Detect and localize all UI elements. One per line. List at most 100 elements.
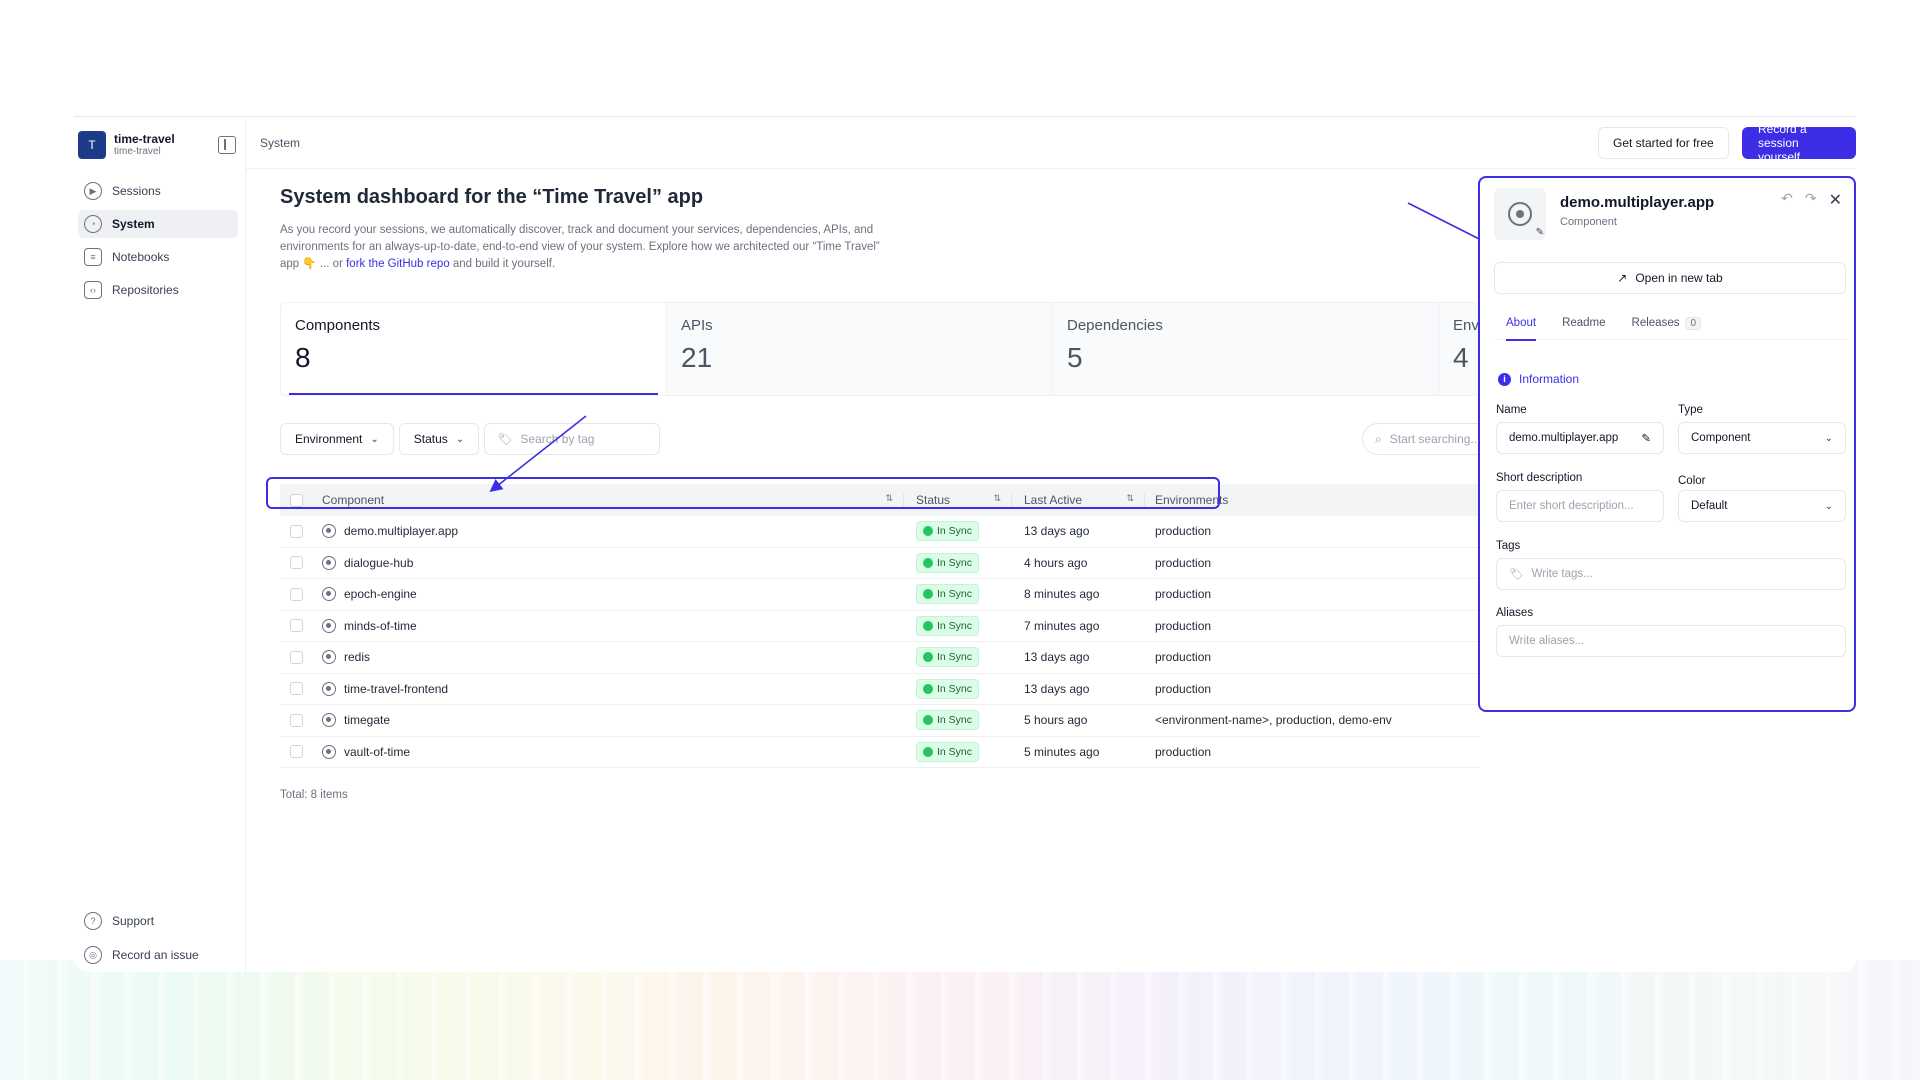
lifebuoy-icon: ◎ xyxy=(84,946,102,964)
table-row[interactable]: time-travel-frontend In Sync 13 days ago… xyxy=(280,674,1480,705)
tab-readme[interactable]: Readme xyxy=(1562,306,1605,340)
component-icon xyxy=(322,713,336,728)
component-name[interactable]: redis xyxy=(344,650,370,664)
table-row[interactable]: redis In Sync 13 days ago production xyxy=(280,642,1480,674)
component-name[interactable]: vault-of-time xyxy=(344,745,410,759)
table-row[interactable]: epoch-engine In Sync 8 minutes ago produ… xyxy=(280,579,1480,611)
row-checkbox[interactable] xyxy=(290,587,303,601)
edit-icon[interactable]: ✎ xyxy=(1536,227,1544,238)
last-active: 8 minutes ago xyxy=(1024,587,1100,602)
row-checkbox[interactable] xyxy=(290,619,303,633)
status-badge: In Sync xyxy=(916,521,980,542)
notebook-icon: ≡ xyxy=(84,248,102,266)
open-in-new-tab-button[interactable]: ↗ Open in new tab xyxy=(1494,262,1846,294)
row-checkbox[interactable] xyxy=(290,524,303,538)
color-select[interactable]: Default ⌄ xyxy=(1678,490,1846,522)
component-name[interactable]: epoch-engine xyxy=(344,587,417,601)
play-icon: ▶ xyxy=(84,182,102,200)
short-description-input[interactable]: Enter short description... xyxy=(1496,490,1664,522)
description-text-end: and build it yourself. xyxy=(449,258,556,270)
row-checkbox[interactable] xyxy=(290,650,303,664)
get-started-button[interactable]: Get started for free xyxy=(1598,127,1729,159)
aliases-placeholder: Write aliases... xyxy=(1509,635,1585,647)
stat-label: Envi xyxy=(1453,317,1480,334)
row-checkbox[interactable] xyxy=(290,556,303,570)
status-badge: In Sync xyxy=(916,710,980,731)
name-field[interactable]: demo.multiplayer.app ✎ xyxy=(1496,422,1664,454)
environments: production xyxy=(1155,524,1212,539)
workspace-switcher[interactable]: T time-travel time-travel xyxy=(78,131,175,159)
component-name[interactable]: time-travel-frontend xyxy=(344,682,448,696)
aliases-input[interactable]: Write aliases... xyxy=(1496,625,1846,657)
redo-icon[interactable]: ↷ xyxy=(1805,190,1817,210)
collapse-sidebar-icon[interactable] xyxy=(218,136,236,154)
color-value: Default xyxy=(1691,500,1728,512)
component-name[interactable]: dialogue-hub xyxy=(344,556,413,570)
status-text: In Sync xyxy=(937,588,973,601)
environment-filter-label: Environment xyxy=(295,432,363,446)
sidebar-item-label: System xyxy=(112,217,155,231)
stat-dependencies[interactable]: Dependencies 5 xyxy=(1053,303,1439,395)
row-checkbox[interactable] xyxy=(290,713,303,727)
row-checkbox[interactable] xyxy=(290,682,303,696)
top-bar: System Get started for free Record a ses… xyxy=(246,117,1856,169)
sync-icon xyxy=(923,526,933,537)
component-icon xyxy=(1508,202,1532,226)
component-name[interactable]: timegate xyxy=(344,713,390,727)
component-name[interactable]: minds-of-time xyxy=(344,619,417,633)
type-label: Type xyxy=(1678,404,1703,416)
row-checkbox[interactable] xyxy=(290,745,303,759)
component-name[interactable]: demo.multiplayer.app xyxy=(344,524,458,538)
tab-label: Releases xyxy=(1631,317,1680,329)
record-session-button[interactable]: Record a session yourself xyxy=(1742,122,1856,164)
sidebar-item-sessions[interactable]: ▶ Sessions xyxy=(78,177,238,205)
status-filter[interactable]: Status ⌄ xyxy=(398,423,480,455)
table-row[interactable]: demo.multiplayer.app In Sync 13 days ago… xyxy=(280,516,1480,548)
highlight-row-box xyxy=(266,477,1220,509)
tab-releases[interactable]: Releases 0 xyxy=(1632,306,1702,340)
environments: <environment-name>, production, demo-env xyxy=(1155,713,1392,728)
close-icon[interactable]: ✕ xyxy=(1829,190,1842,210)
sync-icon xyxy=(923,715,933,726)
breadcrumb[interactable]: System xyxy=(260,136,300,150)
tab-about[interactable]: About xyxy=(1506,306,1537,341)
workspace-subtitle: time-travel xyxy=(114,146,161,157)
status-filter-label: Status xyxy=(413,432,448,446)
fork-repo-link[interactable]: fork the GitHub repo xyxy=(346,258,450,270)
tag-icon: 🏷 xyxy=(1509,569,1524,581)
component-avatar[interactable]: ✎ xyxy=(1494,188,1546,240)
component-detail-panel: ✎ demo.multiplayer.app Component ↶ ↷ ✕ ↗… xyxy=(1478,176,1856,712)
name-label: Name xyxy=(1496,404,1527,416)
aliases-label: Aliases xyxy=(1496,607,1534,619)
external-link-icon: ↗ xyxy=(1617,271,1628,285)
table-row[interactable]: minds-of-time In Sync 7 minutes ago prod… xyxy=(280,611,1480,642)
stat-components[interactable]: Components 8 xyxy=(281,303,667,395)
undo-icon[interactable]: ↶ xyxy=(1781,190,1793,210)
sidebar-item-record-issue[interactable]: ◎ Record an issue xyxy=(78,941,238,969)
table-row[interactable]: vault-of-time In Sync 5 minutes ago prod… xyxy=(280,737,1480,768)
environment-filter[interactable]: Environment ⌄ xyxy=(280,423,394,455)
sidebar-item-support[interactable]: ? Support xyxy=(78,907,238,935)
search-icon: ⌕ xyxy=(1375,431,1382,446)
tags-input[interactable]: 🏷 Write tags... xyxy=(1496,558,1846,590)
sidebar-item-system[interactable]: ◔ System xyxy=(78,210,238,238)
type-select[interactable]: Component ⌄ xyxy=(1678,422,1846,454)
sidebar-item-notebooks[interactable]: ≡ Notebooks xyxy=(78,243,238,271)
pencil-icon[interactable]: ✎ xyxy=(1641,431,1651,445)
sidebar: T time-travel time-travel ▶ Sessions ◔ S… xyxy=(74,117,246,972)
table-row[interactable]: timegate In Sync 5 hours ago <environmen… xyxy=(280,705,1480,737)
last-active: 5 hours ago xyxy=(1024,713,1088,728)
sidebar-item-repositories[interactable]: ‹› Repositories xyxy=(78,276,238,304)
stat-environments[interactable]: Envi 4 xyxy=(1439,303,1480,395)
search-placeholder: Start searching... xyxy=(1389,432,1481,446)
last-active: 13 days ago xyxy=(1024,524,1090,539)
stat-label: Dependencies xyxy=(1067,317,1163,334)
tag-search-input[interactable]: 🏷 Search by tag xyxy=(484,423,661,455)
stat-apis[interactable]: APIs 21 xyxy=(667,303,1053,395)
workspace-avatar: T xyxy=(78,131,106,159)
color-label: Color xyxy=(1678,475,1706,487)
background-gradient xyxy=(0,960,1920,1080)
short-description-placeholder: Enter short description... xyxy=(1509,500,1634,512)
table-row[interactable]: dialogue-hub In Sync 4 hours ago product… xyxy=(280,548,1480,579)
status-text: In Sync xyxy=(937,682,973,695)
